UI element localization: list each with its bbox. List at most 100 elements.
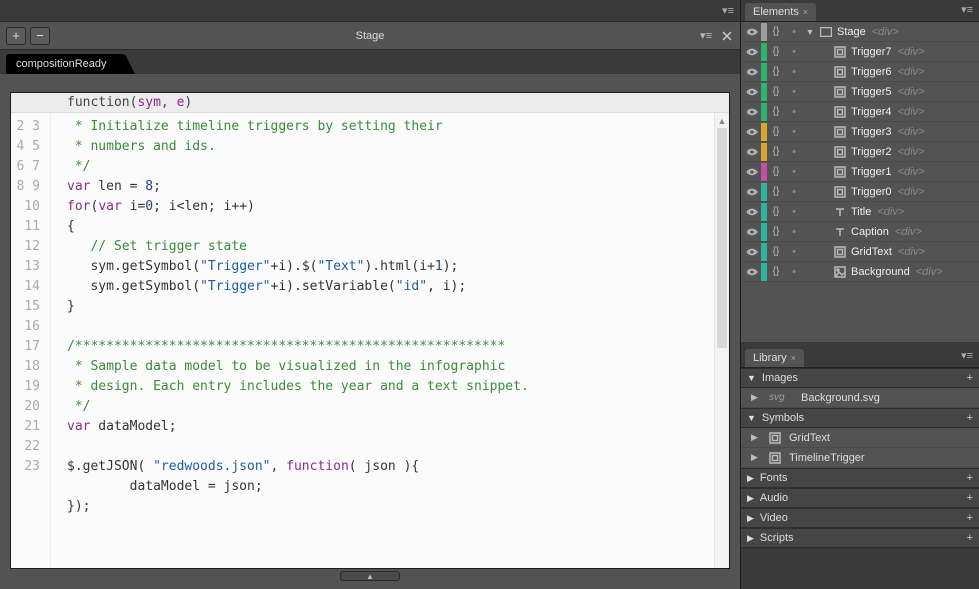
actions-icon[interactable]: {} [767, 226, 785, 237]
scroll-thumb[interactable] [717, 128, 727, 348]
library-section-fonts[interactable]: ▶ Fonts + [741, 468, 979, 488]
visibility-toggle[interactable] [743, 266, 761, 278]
element-row-trigger4[interactable]: {}• Trigger4<div> [741, 102, 979, 122]
library-tab[interactable]: Library × [745, 349, 804, 367]
element-root-stage[interactable]: {} • ▼ Stage <div> [741, 22, 979, 42]
lock-icon[interactable]: • [785, 206, 803, 218]
library-item-background-svg[interactable]: ▶ svg Background.svg [741, 388, 979, 408]
lock-icon[interactable]: • [785, 186, 803, 198]
visibility-toggle[interactable] [743, 126, 761, 138]
panel-options-icon[interactable]: ▾≡ [700, 29, 712, 42]
element-row-gridtext[interactable]: {}• GridText<div> [741, 242, 979, 262]
actions-icon[interactable]: {} [767, 66, 785, 77]
expand-spacer [803, 247, 817, 257]
resize-handle[interactable]: ▲ [10, 569, 730, 583]
add-image-button[interactable]: + [967, 372, 973, 384]
actions-icon[interactable]: {} [767, 26, 785, 37]
element-row-trigger6[interactable]: {}• Trigger6<div> [741, 62, 979, 82]
lock-icon[interactable]: • [785, 66, 803, 78]
actions-icon[interactable]: {} [767, 86, 785, 97]
scrollbar[interactable]: ▲ [714, 113, 729, 568]
element-row-trigger5[interactable]: {}• Trigger5<div> [741, 82, 979, 102]
lock-icon[interactable]: • [785, 106, 803, 118]
expand-toggle[interactable]: ▼ [803, 27, 817, 37]
function-signature: function(sym, e) [11, 93, 729, 113]
visibility-toggle[interactable] [743, 106, 761, 118]
add-font-button[interactable]: + [967, 472, 973, 484]
lock-icon[interactable]: • [785, 266, 803, 278]
code-body: 2 3 4 5 6 7 8 9 10 11 12 13 14 15 16 17 … [11, 113, 729, 568]
element-row-trigger3[interactable]: {}• Trigger3<div> [741, 122, 979, 142]
close-panel-button[interactable] [720, 29, 734, 43]
actions-icon[interactable]: {} [767, 186, 785, 197]
code-editor-container: function(sym, e) 2 3 4 5 6 7 8 9 10 11 1… [0, 74, 740, 589]
lock-icon[interactable]: • [785, 126, 803, 138]
visibility-toggle[interactable] [743, 146, 761, 158]
lock-icon[interactable]: • [785, 86, 803, 98]
lock-icon[interactable]: • [785, 146, 803, 158]
lock-icon[interactable]: • [785, 46, 803, 58]
asset-name: GridText [789, 432, 830, 444]
element-row-background[interactable]: {}• Background<div> [741, 262, 979, 282]
add-audio-button[interactable]: + [967, 492, 973, 504]
visibility-toggle[interactable] [743, 206, 761, 218]
actions-icon[interactable]: {} [767, 106, 785, 117]
visibility-toggle[interactable] [743, 86, 761, 98]
scroll-up-arrow[interactable]: ▲ [715, 113, 729, 128]
library-section-audio[interactable]: ▶ Audio + [741, 488, 979, 508]
left-top-strip: ▾≡ [0, 0, 740, 22]
library-section-symbols[interactable]: ▼ Symbols + [741, 408, 979, 428]
visibility-toggle[interactable] [743, 186, 761, 198]
close-icon[interactable]: × [803, 7, 808, 17]
visibility-toggle[interactable] [743, 166, 761, 178]
actions-icon[interactable]: {} [767, 206, 785, 217]
add-symbol-button[interactable]: + [967, 412, 973, 424]
library-section-scripts[interactable]: ▶ Scripts + [741, 528, 979, 548]
element-row-trigger2[interactable]: {}• Trigger2<div> [741, 142, 979, 162]
library-item-gridtext[interactable]: ▶ GridText [741, 428, 979, 448]
library-section-images[interactable]: ▼ Images + [741, 368, 979, 388]
element-row-title[interactable]: {}• Title<div> [741, 202, 979, 222]
chevron-right-icon: ▶ [747, 473, 754, 484]
visibility-toggle[interactable] [743, 26, 761, 38]
actions-icon[interactable]: {} [767, 146, 785, 157]
symbol-icon [769, 452, 781, 464]
add-event-button[interactable]: + [6, 27, 26, 45]
panel-menu-icon[interactable]: ▾≡ [722, 4, 734, 17]
visibility-toggle[interactable] [743, 246, 761, 258]
stage-icon [817, 27, 835, 37]
element-row-caption[interactable]: {}• Caption<div> [741, 222, 979, 242]
actions-icon[interactable]: {} [767, 266, 785, 277]
visibility-toggle[interactable] [743, 66, 761, 78]
actions-icon[interactable]: {} [767, 246, 785, 257]
add-script-button[interactable]: + [967, 532, 973, 544]
actions-icon[interactable]: {} [767, 46, 785, 57]
event-tab-compositionready[interactable]: compositionReady [6, 54, 125, 74]
code-lines[interactable]: * Initialize timeline triggers by settin… [51, 113, 714, 568]
actions-icon[interactable]: {} [767, 166, 785, 177]
stage-title: Stage [0, 30, 740, 42]
actions-icon[interactable]: {} [767, 126, 785, 137]
element-row-trigger7[interactable]: {}• Trigger7<div> [741, 42, 979, 62]
symbol-icon [831, 166, 849, 178]
lock-icon[interactable]: • [785, 26, 803, 38]
element-name: Background [851, 266, 910, 278]
element-name: Trigger3 [851, 126, 892, 138]
library-item-timelinetrigger[interactable]: ▶ TimelineTrigger [741, 448, 979, 468]
element-name: Trigger6 [851, 66, 892, 78]
visibility-toggle[interactable] [743, 46, 761, 58]
panel-menu-icon[interactable]: ▾≡ [961, 3, 973, 16]
lock-icon[interactable]: • [785, 166, 803, 178]
code-editor[interactable]: function(sym, e) 2 3 4 5 6 7 8 9 10 11 1… [10, 92, 730, 569]
lock-icon[interactable]: • [785, 226, 803, 238]
add-video-button[interactable]: + [967, 512, 973, 524]
lock-icon[interactable]: • [785, 246, 803, 258]
library-section-video[interactable]: ▶ Video + [741, 508, 979, 528]
element-row-trigger0[interactable]: {}• Trigger0<div> [741, 182, 979, 202]
elements-tab[interactable]: Elements × [745, 3, 816, 21]
element-row-trigger1[interactable]: {}• Trigger1<div> [741, 162, 979, 182]
panel-menu-icon[interactable]: ▾≡ [961, 349, 973, 362]
close-icon[interactable]: × [791, 353, 796, 363]
remove-event-button[interactable]: − [30, 27, 50, 45]
visibility-toggle[interactable] [743, 226, 761, 238]
